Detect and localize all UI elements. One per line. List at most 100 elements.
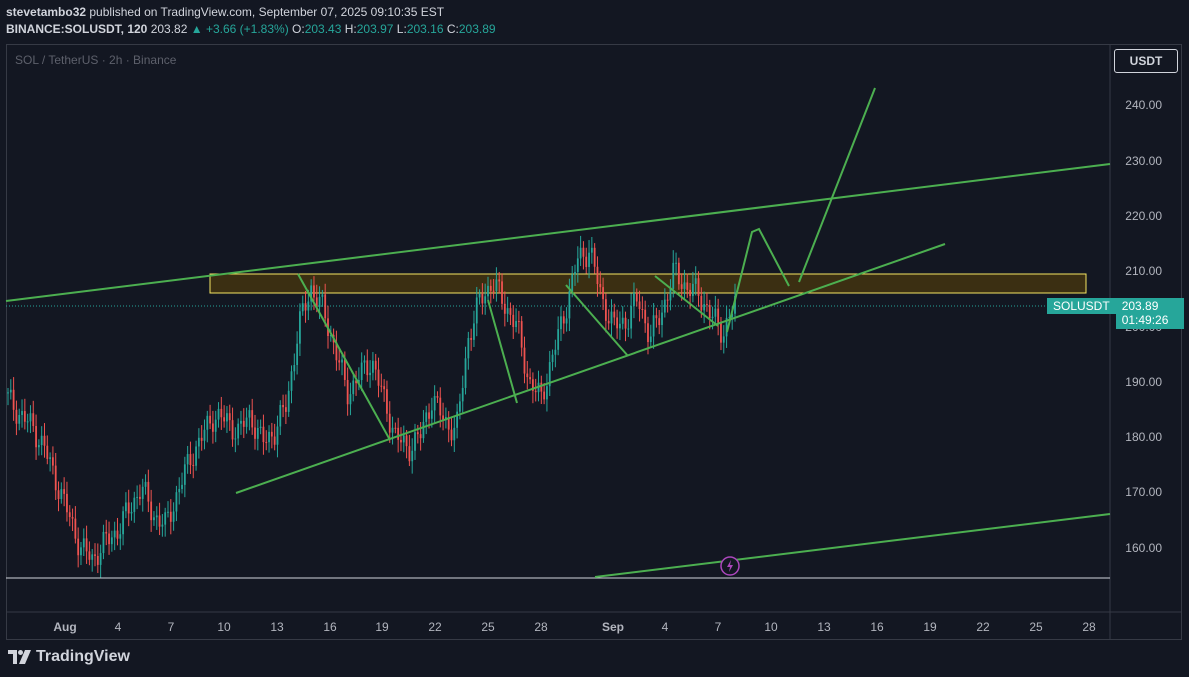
candle-body [405, 435, 408, 447]
candle-body [697, 278, 700, 296]
candle-body [313, 285, 315, 298]
candle-body [416, 432, 419, 435]
time-tick: 19 [375, 620, 389, 634]
candle-body [588, 252, 590, 267]
candle-body [439, 397, 442, 416]
chart-watermark: SOL / TetherUS · 2h · Binance [15, 53, 177, 67]
time-tick: 13 [817, 620, 831, 634]
candle-body [178, 488, 181, 493]
price-tick: 230.00 [1125, 154, 1162, 168]
candle-body [554, 349, 557, 355]
candle-body [649, 336, 652, 343]
time-tick: 16 [870, 620, 884, 634]
candle-body [498, 279, 501, 282]
candle-body [711, 316, 714, 319]
candle-body [164, 512, 167, 525]
candle-body [383, 386, 386, 390]
candle-body [341, 359, 343, 363]
candle-body [296, 343, 299, 366]
candle-body [23, 411, 26, 422]
candle-body [436, 396, 439, 398]
candle-body [346, 379, 349, 405]
candle-body [321, 294, 324, 297]
candle-body [66, 493, 68, 513]
candle-body [380, 385, 383, 387]
candle-body [88, 551, 91, 560]
candle-body [15, 409, 18, 424]
chart-canvas[interactable] [0, 0, 1189, 677]
candle-body [512, 314, 515, 328]
candle-body [26, 421, 29, 423]
candle-body [231, 420, 234, 440]
candle-body [43, 435, 46, 446]
candle-body [237, 423, 240, 439]
projection-path-2[interactable] [798, 87, 876, 283]
candle-body [318, 296, 321, 308]
candle-body [666, 299, 669, 301]
candle-body [293, 365, 296, 372]
candle-body [641, 308, 644, 310]
candle-body [35, 426, 37, 448]
candle-body [523, 347, 526, 374]
resistance-zone[interactable] [209, 273, 1087, 294]
candle-body [700, 295, 703, 311]
candle-body [647, 323, 649, 343]
lower-channel-line[interactable] [594, 513, 1111, 578]
candle-body [212, 423, 214, 432]
time-tick: 10 [764, 620, 778, 634]
time-tick: 7 [167, 620, 175, 634]
candle-body [562, 316, 565, 324]
candle-body [197, 437, 200, 447]
candle-body [565, 318, 568, 324]
candle-body [722, 336, 725, 343]
candle-body [181, 484, 183, 489]
candle-body [324, 294, 327, 319]
currency-button[interactable]: USDT [1114, 49, 1178, 73]
candle-body [450, 429, 453, 441]
candle-body [77, 538, 80, 556]
candle-body [12, 389, 15, 410]
candle-body [489, 285, 492, 291]
candle-body [223, 417, 226, 422]
candle-body [613, 311, 616, 318]
candle-body [459, 401, 461, 412]
candle-body [304, 303, 307, 311]
time-tick: 7 [714, 620, 722, 634]
time-tick: 25 [481, 620, 495, 634]
lightning-event-icon[interactable] [720, 556, 740, 576]
candle-body [189, 454, 192, 465]
price-tick: 190.00 [1125, 375, 1162, 389]
candle-body [248, 410, 251, 418]
candle-body [663, 299, 666, 313]
candle-body [360, 362, 363, 381]
candle-body [374, 360, 377, 370]
candle-body [425, 412, 428, 422]
candle-body [52, 457, 54, 466]
candle-body [99, 553, 102, 565]
candle-body [9, 389, 12, 393]
candle-body [54, 465, 57, 491]
candle-body [349, 394, 352, 405]
candle-body [689, 289, 691, 297]
last-price-box: 203.89 01:49:26 [1115, 298, 1184, 329]
candle-body [686, 282, 689, 290]
candle-body [501, 281, 503, 304]
candle-body [172, 511, 175, 522]
candle-body [192, 464, 195, 466]
candle-body [680, 284, 683, 289]
candle-body [108, 533, 110, 545]
candle-body [470, 338, 473, 340]
tradingview-logo[interactable]: TradingView [8, 648, 130, 666]
candle-body [279, 405, 282, 427]
candle-body [638, 301, 641, 309]
candle-body [284, 407, 287, 412]
candle-body [717, 308, 720, 323]
candle-body [675, 262, 677, 264]
candle-body [124, 502, 127, 512]
candle-body [540, 382, 543, 392]
candle-body [71, 517, 74, 519]
candle-body [122, 511, 124, 535]
candle-body [63, 489, 66, 494]
time-tick: Sep [601, 620, 625, 634]
candle-body [119, 534, 122, 539]
